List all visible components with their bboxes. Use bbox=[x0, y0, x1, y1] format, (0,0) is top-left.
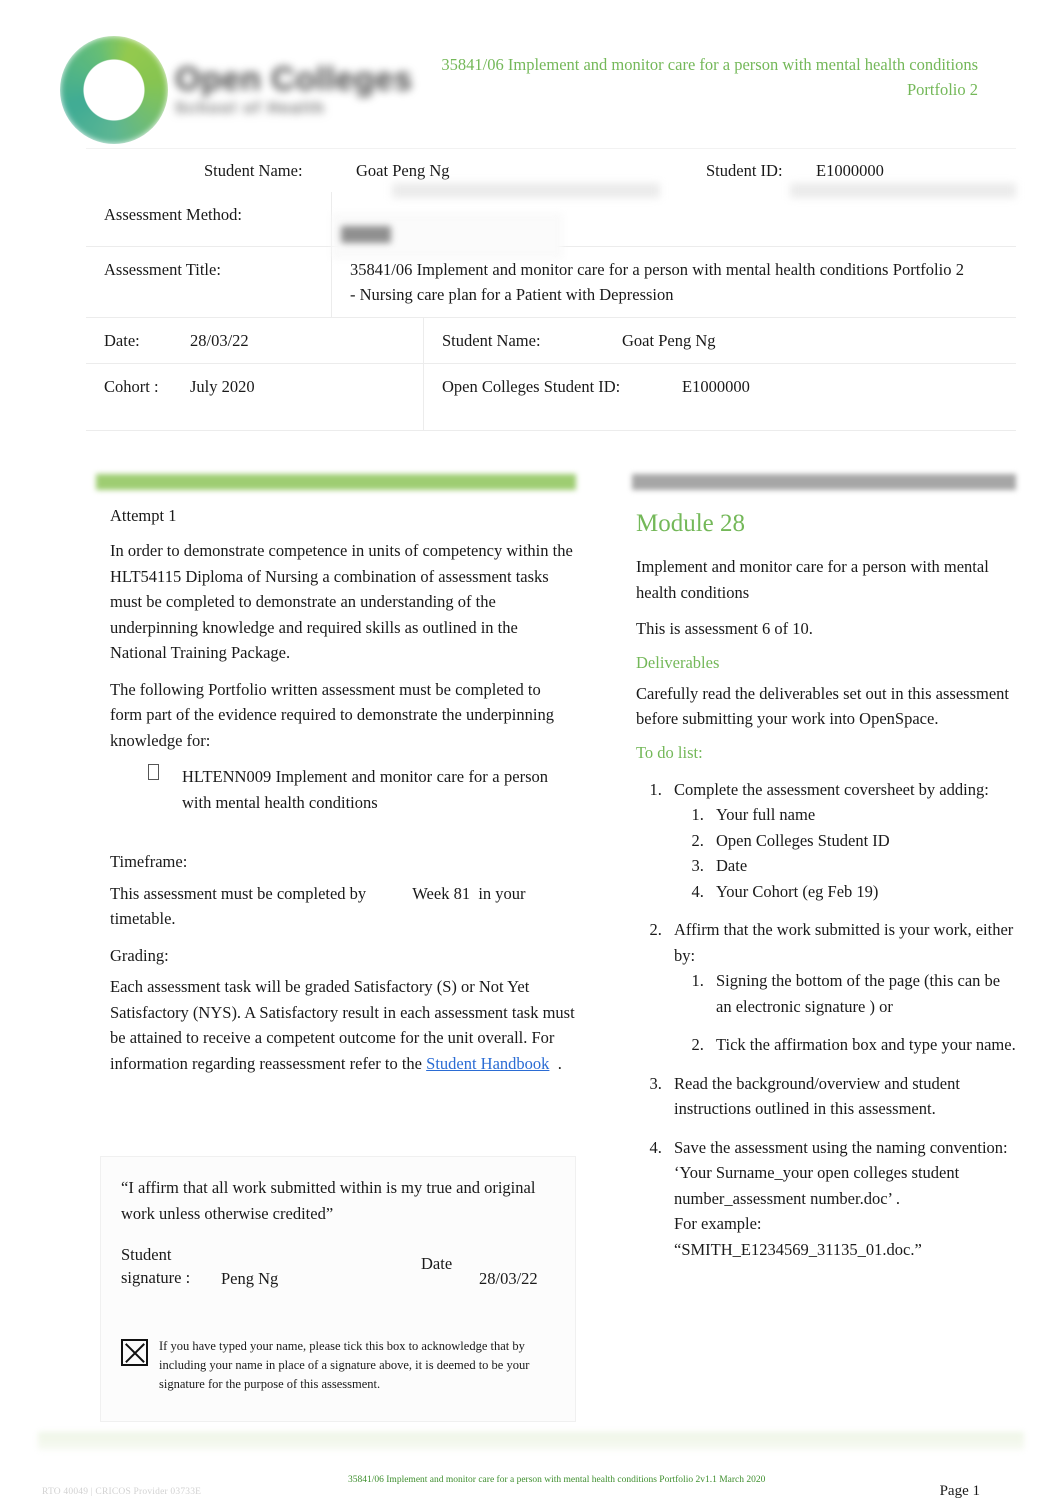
todo-subitem-list: Signing the bottom of the page (this can… bbox=[674, 968, 1016, 1058]
date-value[interactable]: 28/03/22 bbox=[172, 318, 424, 363]
todo-subitem: Your Cohort (eg Feb 19) bbox=[708, 879, 1016, 905]
student-handbook-link[interactable]: Student Handbook bbox=[426, 1054, 549, 1073]
table-row-date-name: Date: 28/03/22 Student Name: Goat Peng N… bbox=[86, 318, 1016, 364]
timeframe-week: Week 81 bbox=[412, 883, 471, 903]
todo-subitem-list: Your full nameOpen Colleges Student IDDa… bbox=[674, 802, 1016, 904]
assessment-method-blurred-text bbox=[341, 226, 391, 243]
left-column: Attempt 1 In order to demonstrate compet… bbox=[96, 474, 576, 1087]
logo-line2: School of Health bbox=[175, 100, 326, 117]
todo-item-label: Read the background/overview and student… bbox=[674, 1073, 960, 1119]
affirmation-checkbox[interactable] bbox=[121, 1339, 148, 1366]
redaction-bar-student-name bbox=[392, 183, 660, 198]
affirmation-box: “I affirm that all work submitted within… bbox=[100, 1156, 576, 1422]
redaction-bar-student-id bbox=[790, 183, 1016, 198]
todo-subitem: Your full name bbox=[708, 802, 1016, 828]
assessment-method-label: Assessment Method: bbox=[86, 192, 332, 246]
todo-item-extra-line: “SMITH_E1234569_31135_01.doc.” bbox=[674, 1239, 922, 1259]
cohort-value[interactable]: July 2020 bbox=[172, 364, 424, 430]
todo-list: Complete the assessment coversheet by ad… bbox=[632, 777, 1016, 1263]
signature-value[interactable]: Peng Ng bbox=[221, 1267, 278, 1290]
grading-heading: Grading: bbox=[110, 945, 169, 965]
list-item-unit-label: HLTENN009 Implement and monitor care for… bbox=[182, 767, 548, 812]
footer-page-number: Page 1 bbox=[939, 1483, 980, 1499]
student-name2-value[interactable]: Goat Peng Ng bbox=[604, 318, 1016, 363]
student-name-label: Student Name: bbox=[204, 161, 303, 180]
grading-text-b: . bbox=[557, 1053, 562, 1073]
todo-item-label: Save the assessment using the naming con… bbox=[674, 1137, 1008, 1157]
assessment-title-label: Assessment Title: bbox=[86, 247, 332, 317]
timeframe-text-a: This assessment must be completed by bbox=[110, 883, 367, 903]
page-header: Open Colleges School of Health 35841/06 … bbox=[0, 0, 1062, 150]
logo-ring-icon bbox=[60, 36, 168, 144]
student-name2-label: Student Name: bbox=[442, 331, 541, 350]
todo-item-label: Complete the assessment coversheet by ad… bbox=[674, 779, 989, 799]
intro-paragraph-1: In order to demonstrate competence in un… bbox=[110, 541, 573, 662]
footer-rto-text: RTO 40049 | CRICOS Provider 03733E bbox=[42, 1487, 202, 1497]
todo-item-extra-line: For example: bbox=[674, 1214, 762, 1233]
cohort-label: Cohort : bbox=[104, 377, 159, 396]
module-subtitle: Implement and monitor care for a person … bbox=[636, 557, 989, 602]
module-heading: Module 28 bbox=[636, 510, 746, 537]
footer-accent-band bbox=[38, 1432, 1024, 1450]
student-id-label: Student ID: bbox=[706, 161, 783, 180]
timeframe-text: This assessment must be completed by Wee… bbox=[110, 881, 576, 932]
todo-item: Affirm that the work submitted is your w… bbox=[666, 917, 1016, 1058]
todo-item: Complete the assessment coversheet by ad… bbox=[666, 777, 1016, 905]
right-column-accent-bar bbox=[632, 474, 1016, 490]
left-column-accent-bar bbox=[96, 474, 576, 490]
affirmation-checkbox-text: If you have typed your name, please tick… bbox=[159, 1339, 530, 1391]
right-column: Module 28 Implement and monitor care for… bbox=[632, 474, 1016, 1275]
assessment-count: This is assessment 6 of 10. bbox=[636, 619, 813, 638]
todo-item-extra-line: ‘Your Surname_your open colleges student… bbox=[674, 1163, 960, 1208]
document-title: 35841/06 Implement and monitor care for … bbox=[441, 55, 978, 99]
attempt-heading: Attempt 1 bbox=[110, 506, 177, 525]
grading-text: Each assessment task will be graded Sati… bbox=[110, 974, 576, 1076]
list-item-unit: HLTENN009 Implement and monitor care for… bbox=[148, 764, 548, 815]
todo-subitem: Signing the bottom of the page (this can… bbox=[708, 968, 1016, 1019]
affirmation-quote: “I affirm that all work submitted within… bbox=[121, 1178, 536, 1223]
intro-paragraph-2: The following Portfolio written assessme… bbox=[110, 679, 554, 750]
logo-line1: Open Colleges bbox=[175, 60, 413, 97]
affirmation-date-label: Date bbox=[421, 1254, 453, 1273]
table-row-cohort-id: Cohort : July 2020 Open Colleges Student… bbox=[86, 364, 1016, 431]
page-footer: RTO 40049 | CRICOS Provider 03733E 35841… bbox=[0, 1455, 1062, 1505]
footer-document-reference: 35841/06 Implement and monitor care for … bbox=[348, 1475, 766, 1485]
affirmation-date-value[interactable]: 28/03/22 bbox=[479, 1267, 538, 1290]
todo-item: Save the assessment using the naming con… bbox=[666, 1135, 1016, 1263]
todo-item: Read the background/overview and student… bbox=[666, 1071, 1016, 1122]
todo-subitem: Tick the affirmation box and type your n… bbox=[708, 1032, 1016, 1058]
todo-subitem: Date bbox=[708, 853, 1016, 879]
date-label: Date: bbox=[104, 331, 140, 350]
signature-label: Student signature : bbox=[121, 1245, 191, 1287]
affirmation-tick-row: If you have typed your name, please tick… bbox=[121, 1337, 561, 1394]
deliverables-heading: Deliverables bbox=[636, 652, 720, 672]
timeframe-heading: Timeframe: bbox=[110, 852, 188, 871]
deliverables-text: Carefully read the deliverables set out … bbox=[636, 683, 1009, 729]
document-page: Open Colleges School of Health 35841/06 … bbox=[0, 0, 1062, 1506]
logo-wordmark: Open Colleges School of Health bbox=[175, 60, 413, 133]
todo-item-label: Affirm that the work submitted is your w… bbox=[674, 920, 1014, 965]
open-colleges-logo: Open Colleges School of Health bbox=[55, 33, 413, 144]
todo-subitem: Open Colleges Student ID bbox=[708, 828, 1016, 854]
oc-student-id-label: Open Colleges Student ID: bbox=[442, 377, 621, 396]
missing-glyph-bullet-icon bbox=[148, 764, 182, 815]
todo-heading: To do list: bbox=[636, 742, 703, 762]
oc-student-id-value[interactable]: E1000000 bbox=[664, 364, 1016, 430]
